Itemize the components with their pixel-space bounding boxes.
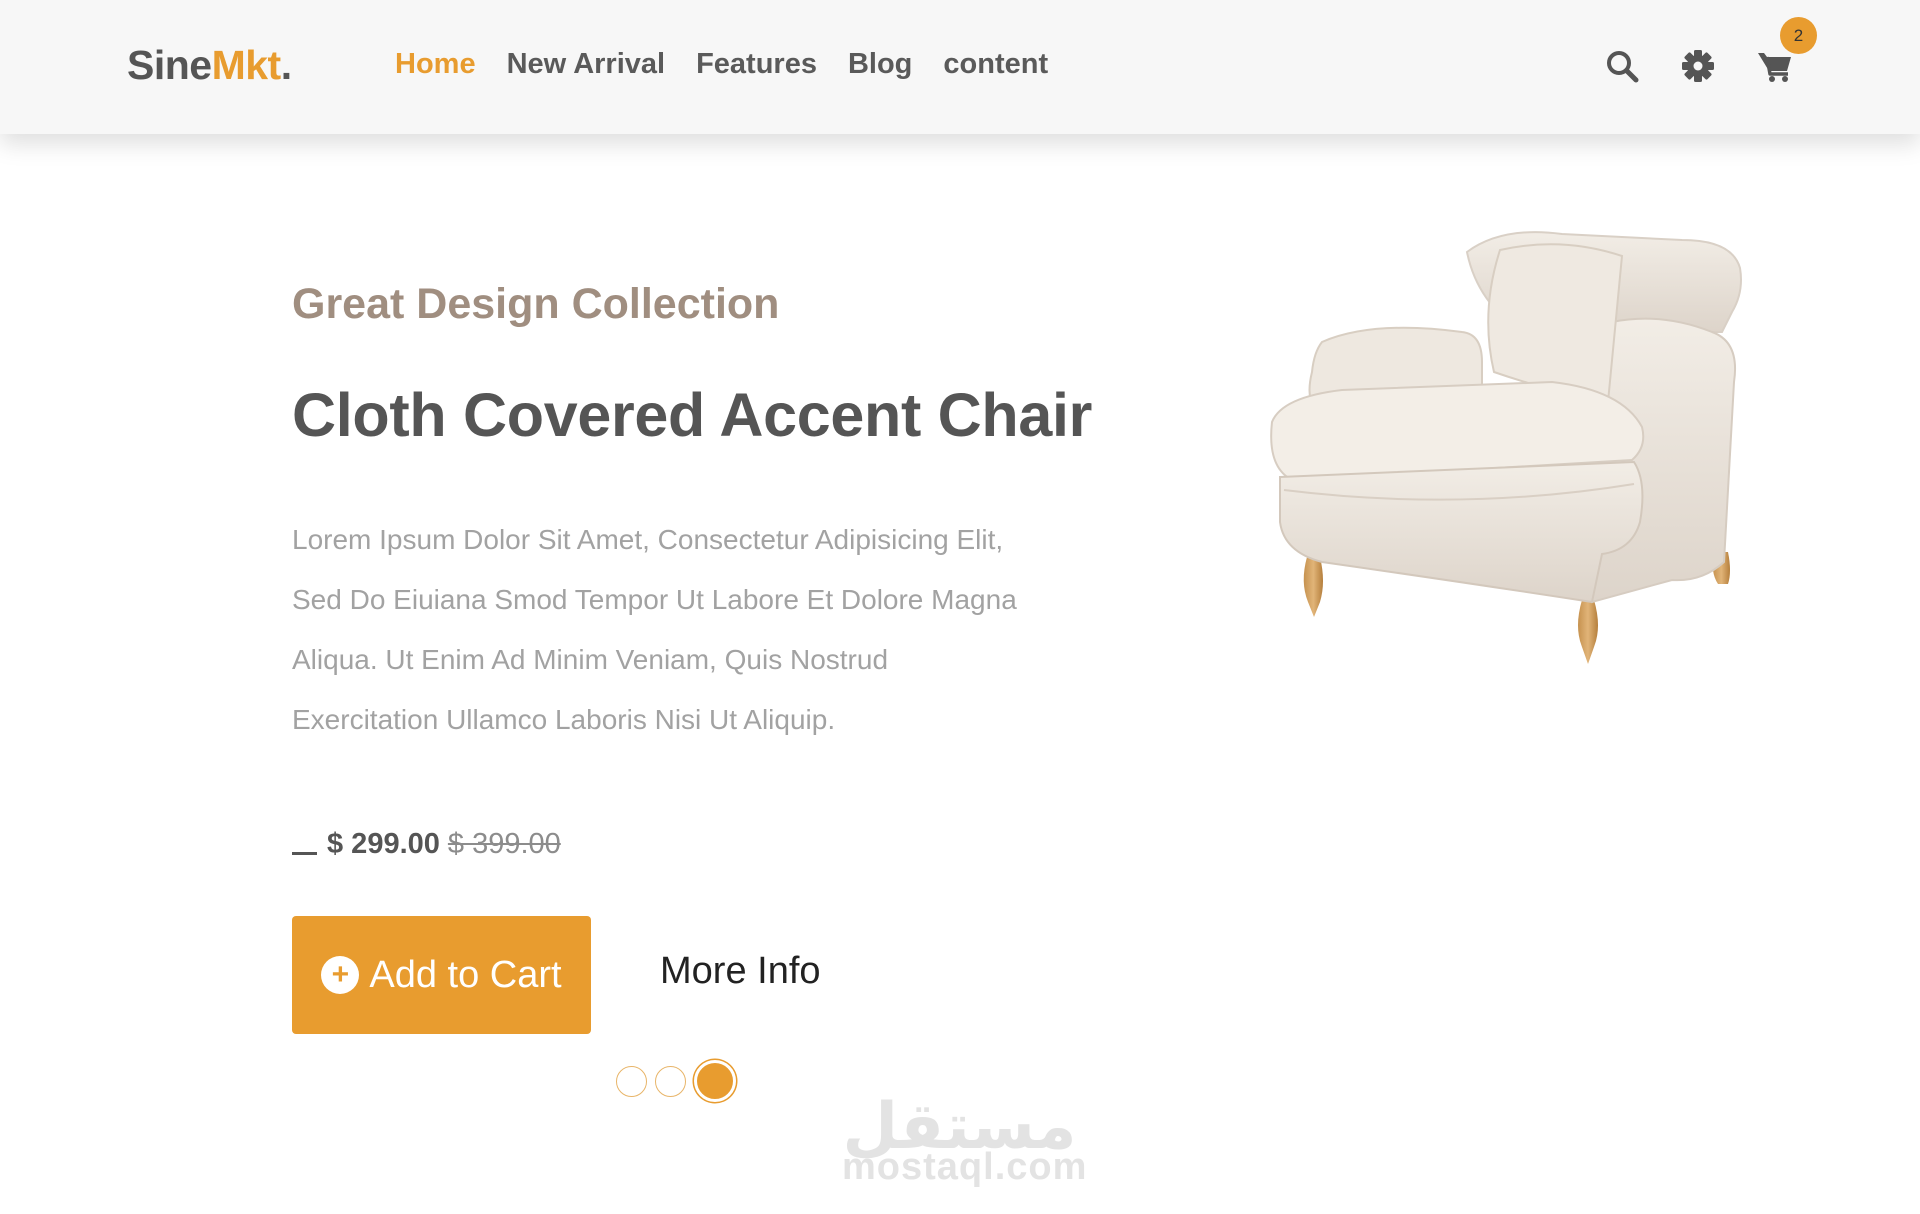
hero-subtitle: Great Design Collection — [292, 280, 780, 328]
product-description: Lorem Ipsum Dolor Sit Amet, Consectetur … — [292, 510, 1092, 750]
nav-item-blog[interactable]: Blog — [848, 48, 912, 81]
current-price: $ 299.00 — [327, 828, 440, 860]
logo-accent-text: Mkt — [211, 42, 282, 88]
carousel-dot-3[interactable] — [694, 1060, 736, 1102]
add-to-cart-button[interactable]: + Add to Cart — [292, 916, 591, 1034]
add-to-cart-label: Add to Cart — [369, 953, 562, 996]
description-line: Sed Do Eiuiana Smod Tempor Ut Labore Et … — [292, 584, 1017, 615]
nav-item-content[interactable]: content — [943, 48, 1048, 81]
carousel-dots — [616, 1060, 736, 1102]
logo-text: Sine — [127, 42, 212, 88]
accent-chair-image — [1270, 231, 1742, 664]
cart-icon[interactable] — [1757, 48, 1793, 84]
nav-item-new-arrival[interactable]: New Arrival — [507, 48, 666, 81]
plus-circle-icon: + — [321, 956, 360, 994]
watermark-domain: mostaql.com — [842, 1146, 1088, 1188]
price-dash — [292, 852, 317, 855]
nav-item-home[interactable]: Home — [395, 48, 476, 81]
description-line: Exercitation Ullamco Laboris Nisi Ut Ali… — [292, 704, 836, 735]
main-nav: Home New Arrival Features Blog content — [395, 48, 1048, 81]
carousel-dot-1[interactable] — [616, 1065, 647, 1097]
description-line: Aliqua. Ut Enim Ad Minim Veniam, Quis No… — [292, 644, 889, 675]
search-icon[interactable] — [1604, 48, 1640, 84]
more-info-link[interactable]: More Info — [660, 950, 821, 993]
description-line: Lorem Ipsum Dolor Sit Amet, Consectetur … — [292, 524, 1004, 555]
site-header: SineMkt. Home New Arrival Features Blog … — [0, 0, 1920, 134]
price-row: $ 299.00 $ 399.00 — [292, 828, 561, 861]
carousel-dot-2[interactable] — [655, 1065, 686, 1097]
nav-item-features[interactable]: Features — [696, 48, 817, 81]
logo-dot: . — [280, 42, 292, 88]
logo[interactable]: SineMkt. — [127, 42, 292, 89]
product-title: Cloth Covered Accent Chair — [292, 381, 1093, 449]
cart-count-badge: 2 — [1780, 17, 1817, 54]
gear-icon[interactable] — [1680, 48, 1716, 84]
old-price: $ 399.00 — [447, 828, 561, 860]
